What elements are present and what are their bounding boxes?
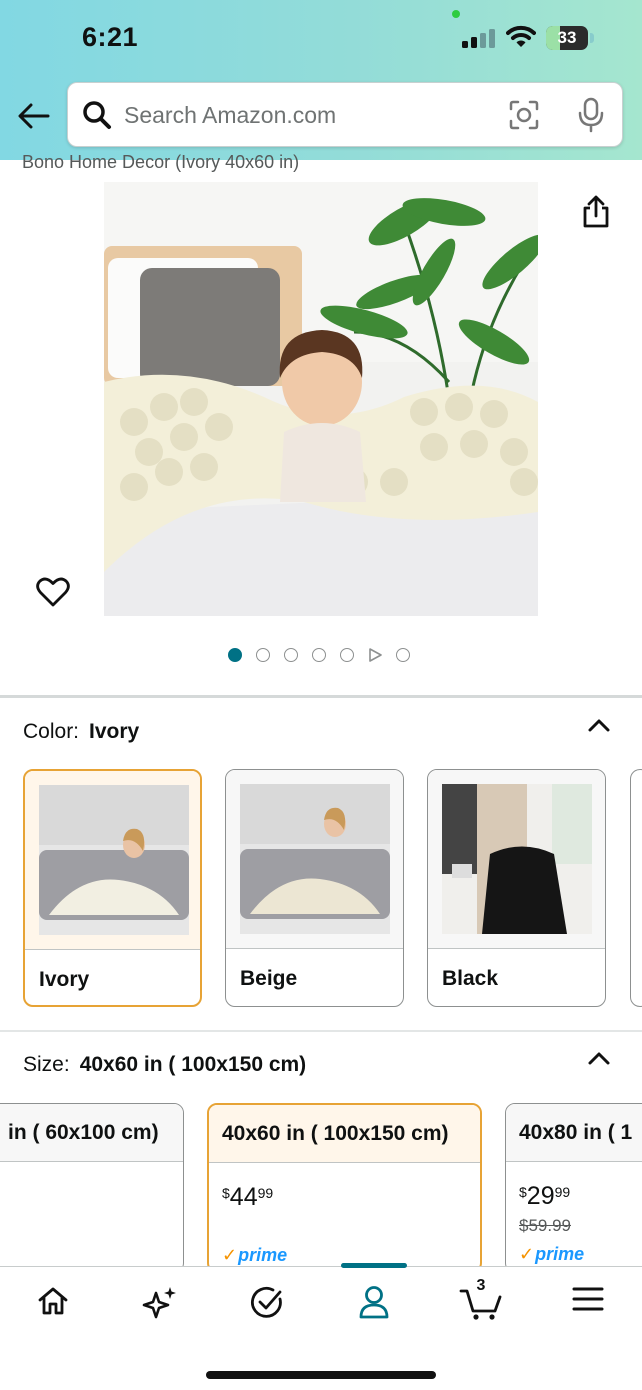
color-option-partial[interactable] bbox=[630, 769, 642, 1007]
prime-label: prime bbox=[238, 1245, 288, 1265]
size-option-label: in ( 60x100 cm) bbox=[0, 1104, 183, 1162]
size-option[interactable]: 40x80 in ( 1 $2999 $59.99 ✓prime bbox=[505, 1103, 642, 1273]
size-option[interactable]: in ( 60x100 cm) bbox=[0, 1103, 184, 1273]
prime-badge: ✓prime bbox=[519, 1244, 584, 1265]
carousel-dot[interactable] bbox=[312, 648, 326, 662]
carousel-dot[interactable] bbox=[228, 648, 242, 662]
color-option-black[interactable]: Black bbox=[427, 769, 606, 1007]
sparkle-icon bbox=[142, 1287, 176, 1319]
tab-rufus[interactable] bbox=[130, 1285, 190, 1329]
search-bar[interactable] bbox=[67, 82, 623, 147]
color-option-beige[interactable]: Beige bbox=[225, 769, 404, 1007]
price-whole: 44 bbox=[229, 1183, 258, 1211]
prime-label: prime bbox=[535, 1244, 585, 1264]
prime-badge: ✓prime bbox=[222, 1245, 287, 1266]
cart-count: 3 bbox=[476, 1277, 486, 1294]
privacy-indicator-dot bbox=[452, 10, 460, 18]
price-fraction: 99 bbox=[554, 1184, 571, 1200]
beige-blanket-thumbnail bbox=[240, 784, 390, 934]
battery-icon: 33 bbox=[546, 26, 588, 50]
tab-deals[interactable] bbox=[237, 1285, 297, 1329]
size-selected-value: 40x60 in ( 100x150 cm) bbox=[79, 1053, 307, 1076]
share-button[interactable] bbox=[580, 194, 612, 235]
size-option-price: $2999 bbox=[519, 1182, 570, 1211]
color-label: Color: bbox=[23, 720, 80, 743]
tab-account[interactable] bbox=[344, 1285, 404, 1329]
hamburger-menu-icon bbox=[572, 1287, 604, 1311]
color-option-image bbox=[428, 770, 605, 948]
color-option-image bbox=[25, 771, 200, 949]
back-button[interactable] bbox=[16, 98, 52, 134]
home-indicator[interactable] bbox=[206, 1371, 436, 1379]
image-carousel-dots[interactable] bbox=[228, 648, 410, 662]
size-option-price: $4499 bbox=[222, 1183, 273, 1212]
cellular-signal-icon bbox=[462, 29, 495, 48]
home-icon bbox=[38, 1287, 68, 1315]
chevron-up-icon[interactable] bbox=[587, 1049, 611, 1067]
product-title-fragment: Bono Home Decor (Ivory 40x60 in) bbox=[22, 152, 300, 172]
size-option-selected[interactable]: 40x60 in ( 100x150 cm) $4499 ✓prime bbox=[207, 1103, 482, 1273]
product-photo-illustration bbox=[104, 182, 538, 616]
size-option-label: 40x60 in ( 100x150 cm) bbox=[209, 1105, 480, 1163]
color-option-label: Beige bbox=[226, 948, 403, 1006]
wifi-icon bbox=[506, 25, 536, 47]
carousel-dot[interactable] bbox=[396, 648, 410, 662]
list-price: $59.99 bbox=[519, 1216, 571, 1235]
carousel-dot[interactable] bbox=[284, 648, 298, 662]
prime-check-icon: ✓ bbox=[222, 1245, 238, 1265]
search-input[interactable] bbox=[124, 97, 484, 133]
camera-search-icon[interactable] bbox=[508, 99, 540, 131]
prime-check-icon: ✓ bbox=[519, 1244, 535, 1264]
currency-symbol: $ bbox=[519, 1184, 527, 1200]
check-circle-icon bbox=[251, 1286, 282, 1318]
color-selected-value: Ivory bbox=[89, 720, 140, 743]
size-option-label: 40x80 in ( 1 bbox=[506, 1104, 642, 1162]
bottom-tab-bar: 3 bbox=[0, 1263, 642, 1390]
color-selector-header[interactable]: Color: Ivory bbox=[23, 720, 139, 744]
size-label: Size: bbox=[23, 1053, 70, 1076]
currency-symbol: $ bbox=[222, 1185, 230, 1201]
black-blanket-thumbnail bbox=[442, 784, 592, 934]
color-option-ivory[interactable]: Ivory bbox=[23, 769, 202, 1007]
section-divider bbox=[0, 695, 642, 698]
search-icon bbox=[83, 101, 111, 129]
tab-cart[interactable]: 3 bbox=[451, 1277, 511, 1329]
carousel-dot[interactable] bbox=[256, 648, 270, 662]
add-to-list-button[interactable] bbox=[36, 576, 70, 613]
microphone-icon[interactable] bbox=[576, 97, 606, 133]
status-time: 6:21 bbox=[82, 22, 139, 52]
battery-level: 33 bbox=[557, 28, 577, 47]
tab-home[interactable] bbox=[23, 1285, 83, 1329]
color-option-image bbox=[226, 770, 403, 948]
video-play-icon[interactable] bbox=[368, 648, 382, 662]
color-option-label: Black bbox=[428, 948, 605, 1006]
chevron-up-icon[interactable] bbox=[587, 716, 611, 734]
back-arrow-icon bbox=[18, 103, 50, 129]
section-divider bbox=[0, 1030, 642, 1032]
tab-menu[interactable] bbox=[558, 1285, 618, 1329]
share-icon bbox=[583, 195, 609, 228]
color-option-label: Ivory bbox=[25, 949, 200, 1005]
size-selector-header[interactable]: Size: 40x60 in ( 100x150 cm) bbox=[23, 1053, 306, 1077]
ivory-blanket-thumbnail bbox=[39, 785, 189, 935]
product-image[interactable] bbox=[104, 182, 538, 616]
carousel-dot[interactable] bbox=[340, 648, 354, 662]
price-whole: 29 bbox=[526, 1182, 555, 1210]
active-tab-indicator bbox=[341, 1263, 407, 1268]
header: 6:21 33 bbox=[0, 0, 642, 160]
battery-nub bbox=[590, 33, 594, 43]
heart-icon bbox=[36, 577, 70, 607]
person-icon bbox=[359, 1286, 389, 1319]
price-fraction: 99 bbox=[257, 1185, 274, 1201]
